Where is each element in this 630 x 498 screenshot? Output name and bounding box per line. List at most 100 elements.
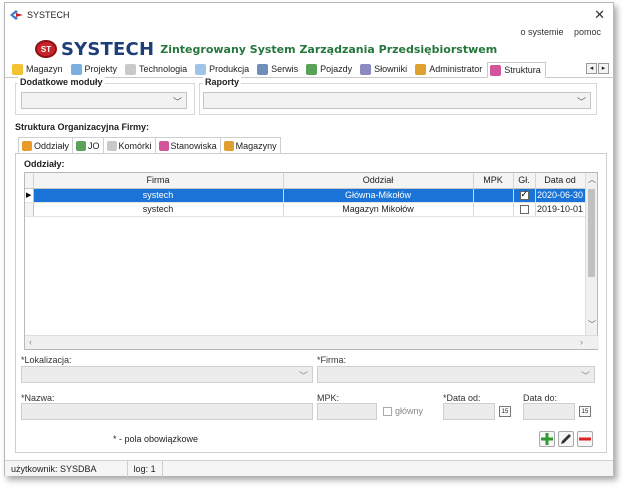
subtab-stanowiska[interactable]: Stanowiska — [154, 137, 221, 153]
pencil-icon — [561, 434, 571, 444]
column-header-mpk[interactable]: MPK — [473, 173, 514, 189]
date-from-input[interactable] — [443, 403, 495, 420]
name-input[interactable] — [21, 403, 313, 420]
delete-button[interactable] — [577, 431, 593, 447]
tab-administrator[interactable]: Administrator — [412, 61, 487, 77]
table-row[interactable]: systech Magazyn Mikołów 2019-10-01 — [25, 202, 586, 217]
subtab-label: Oddziały — [34, 141, 70, 151]
vehicle-icon — [306, 63, 318, 75]
tab-label: Produkcja — [209, 64, 250, 74]
scroll-thumb[interactable] — [588, 189, 595, 277]
company-label: *Firma: — [317, 355, 346, 365]
tab-struktura[interactable]: Struktura — [487, 62, 546, 78]
scroll-left-icon[interactable]: ‹ — [29, 337, 32, 347]
scroll-right-icon[interactable]: › — [580, 337, 583, 347]
required-note: * - pola obowiązkowe — [113, 434, 199, 444]
tab-technologia[interactable]: Technologia — [122, 61, 192, 77]
branches-grid[interactable]: Firma Oddział MPK Gł. Data od ▶ systech Gł… — [24, 172, 599, 350]
add-button[interactable] — [539, 431, 555, 447]
chevron-down-icon: ﹀ — [580, 371, 590, 381]
tab-produkcja[interactable]: Produkcja — [192, 61, 254, 77]
grid-horizontal-scrollbar[interactable]: ‹ › — [25, 335, 599, 349]
grid-header-row: Firma Oddział MPK Gł. Data od — [25, 173, 586, 189]
scroll-down-icon[interactable]: ﹀ — [588, 319, 596, 330]
about-link[interactable]: o systemie — [520, 27, 563, 37]
name-label: *Nazwa: — [21, 393, 55, 403]
cell-data-od: 2020-06-30 — [535, 188, 586, 203]
row-indicator[interactable] — [25, 202, 34, 217]
structure-title: Struktura Organizacyjna Firmy: — [15, 122, 150, 132]
status-bar: użytkownik: SYSDBA log: 1 — [5, 460, 613, 477]
edit-button[interactable] — [558, 431, 574, 447]
modules-select[interactable]: ﹀ — [21, 92, 187, 109]
cell-oddzial: Główna-Mikołów — [283, 188, 474, 203]
calendar-icon[interactable] — [499, 406, 511, 417]
mpk-label: MPK: — [317, 393, 340, 403]
tab-label: Słowniki — [374, 64, 408, 74]
main-flag-checkbox[interactable] — [519, 205, 529, 215]
tab-serwis[interactable]: Serwis — [254, 61, 303, 77]
subtab-label: Magazyny — [235, 140, 277, 151]
main-flag-checkbox[interactable] — [519, 189, 529, 201]
tab-pojazdy[interactable]: Pojazdy — [303, 61, 357, 77]
book-icon — [360, 63, 372, 75]
brand-subtitle: Zintegrowany System Zarządzania Przedsię… — [160, 42, 498, 56]
structure-icon — [490, 64, 502, 76]
scroll-right-icon[interactable]: ▸ — [598, 63, 609, 74]
admin-icon — [415, 63, 427, 75]
calendar-icon[interactable] — [579, 406, 591, 417]
mpk-input[interactable] — [317, 403, 377, 420]
modules-label: Dodatkowe moduły — [18, 77, 105, 87]
cell-glowny — [513, 188, 536, 203]
status-log-label: log: — [133, 463, 149, 474]
tab-projekty[interactable]: Projekty — [68, 61, 123, 77]
tab-label: Serwis — [271, 64, 299, 74]
main-checkbox[interactable] — [383, 407, 392, 416]
page-icon — [125, 63, 137, 75]
chevron-down-icon: ﹀ — [298, 371, 308, 381]
company-select[interactable]: ﹀ — [317, 366, 595, 383]
help-link[interactable]: pomoc — [574, 27, 601, 37]
subtab-magazyny[interactable]: Magazyny — [219, 137, 281, 153]
location-select[interactable]: ﹀ — [21, 366, 313, 383]
status-log: log: 1 — [128, 460, 163, 477]
cell-firma: systech — [33, 202, 284, 217]
status-user-label: użytkownik: — [11, 463, 58, 474]
column-header-oddzial[interactable]: Oddział — [283, 173, 474, 189]
chevron-down-icon: ﹀ — [576, 97, 586, 107]
column-header-data-od[interactable]: Data od — [535, 173, 586, 189]
subtab-jo[interactable]: JO — [72, 137, 104, 153]
close-button[interactable]: ✕ — [594, 7, 605, 23]
row-header-corner — [25, 173, 34, 189]
reports-select[interactable]: ﹀ — [203, 92, 591, 109]
subtab-label: JO — [88, 140, 100, 151]
tab-scroll-buttons: ◂ ▸ — [586, 63, 609, 74]
column-header-glowny[interactable]: Gł. — [513, 173, 536, 189]
branches-title: Oddziały: — [24, 159, 65, 169]
cell-mpk — [473, 202, 514, 217]
date-to-input[interactable] — [523, 403, 575, 420]
column-header-firma[interactable]: Firma — [33, 173, 284, 189]
tab-magazyn[interactable]: Magazyn — [9, 61, 68, 77]
tab-słowniki[interactable]: Słowniki — [357, 61, 412, 77]
table-row[interactable]: ▶systechGłówna-Mikołów 2020-06-30 — [25, 188, 586, 203]
subtab-label: Komórki — [118, 140, 152, 151]
scroll-up-icon[interactable]: ︿ — [588, 174, 596, 185]
reports-label: Raporty — [203, 77, 242, 87]
unit-icon — [76, 140, 87, 151]
window-title: SYSTECH — [27, 10, 70, 20]
status-user: użytkownik: SYSDBA — [5, 460, 128, 477]
branches-icon — [22, 141, 32, 151]
tab-label: Struktura — [504, 65, 541, 75]
main-checkbox-label: główny — [395, 406, 424, 416]
subtab-label: Stanowiska — [170, 140, 217, 151]
grid-vertical-scrollbar[interactable]: ︿ ﹀ — [585, 173, 597, 335]
cell-mpk — [473, 188, 514, 203]
brand-header: ST SYSTECH Zintegrowany System Zarządzan… — [35, 39, 498, 60]
warehouse-icon — [223, 140, 234, 151]
row-indicator[interactable]: ▶ — [25, 188, 34, 203]
subtab-komórki[interactable]: Komórki — [102, 137, 156, 153]
tab-label: Pojazdy — [320, 64, 353, 74]
subtab-oddziały[interactable]: Oddziały — [18, 137, 74, 154]
scroll-left-icon[interactable]: ◂ — [586, 63, 597, 74]
